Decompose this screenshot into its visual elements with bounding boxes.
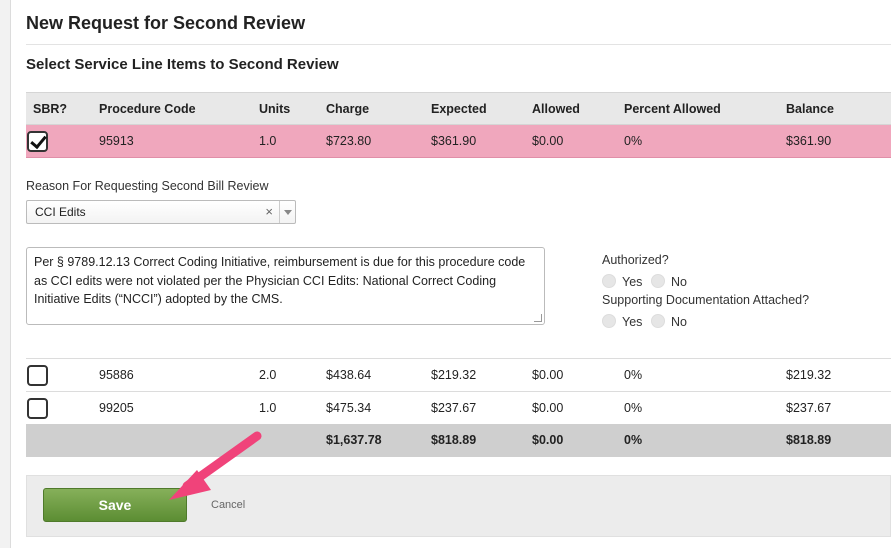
total-balance: $818.89 bbox=[786, 433, 832, 447]
radio-icon[interactable] bbox=[602, 274, 616, 288]
radio-icon[interactable] bbox=[602, 314, 616, 328]
reason-notes-textarea[interactable]: Per § 9789.12.13 Correct Coding Initiati… bbox=[26, 247, 545, 325]
total-charge: $1,637.78 bbox=[326, 433, 382, 447]
chevron-down-icon[interactable] bbox=[279, 201, 295, 223]
reason-label: Reason For Requesting Second Bill Review bbox=[26, 179, 269, 193]
header-units: Units bbox=[259, 102, 291, 116]
charge: $475.34 bbox=[326, 401, 372, 415]
section-title: Select Service Line Items to Second Revi… bbox=[26, 56, 339, 73]
resize-handle-icon[interactable] bbox=[534, 314, 542, 322]
table-row: 99205 1.0 $475.34 $237.67 $0.00 0% $237.… bbox=[26, 391, 891, 424]
procedure-code: 95886 bbox=[99, 368, 134, 382]
units: 2.0 bbox=[259, 368, 277, 382]
cancel-link[interactable]: Cancel bbox=[211, 499, 245, 511]
radio-label: Yes bbox=[622, 275, 643, 289]
charge: $438.64 bbox=[326, 368, 372, 382]
header-sbr: SBR? bbox=[33, 102, 68, 116]
expected: $219.32 bbox=[431, 368, 477, 382]
table-row: 95886 2.0 $438.64 $219.32 $0.00 0% $219.… bbox=[26, 358, 891, 391]
header-procedure-code: Procedure Code bbox=[99, 102, 196, 116]
expected: $237.67 bbox=[431, 401, 477, 415]
allowed: $0.00 bbox=[532, 368, 564, 382]
radio-label: No bbox=[671, 275, 687, 289]
percent-allowed: 0% bbox=[624, 134, 643, 148]
sbr-checkbox[interactable] bbox=[27, 398, 48, 419]
save-button[interactable]: Save bbox=[43, 488, 187, 522]
header-balance: Balance bbox=[786, 102, 834, 116]
sbr-checkbox[interactable] bbox=[27, 131, 48, 152]
sbr-checkbox[interactable] bbox=[27, 365, 48, 386]
units: 1.0 bbox=[259, 134, 277, 148]
reason-selected-value: CCI Edits bbox=[35, 205, 86, 219]
header-charge: Charge bbox=[326, 102, 370, 116]
balance: $237.67 bbox=[786, 401, 832, 415]
total-expected: $818.89 bbox=[431, 433, 477, 447]
expected: $361.90 bbox=[431, 134, 477, 148]
radio-label: No bbox=[671, 315, 687, 329]
procedure-code: 95913 bbox=[99, 134, 134, 148]
procedure-code: 99205 bbox=[99, 401, 134, 415]
header-expected: Expected bbox=[431, 102, 487, 116]
header-allowed: Allowed bbox=[532, 102, 580, 116]
authorized-label: Authorized? bbox=[602, 253, 669, 267]
allowed: $0.00 bbox=[532, 401, 564, 415]
balance: $219.32 bbox=[786, 368, 832, 382]
allowed: $0.00 bbox=[532, 134, 564, 148]
total-percent-allowed: 0% bbox=[624, 433, 643, 447]
percent-allowed: 0% bbox=[624, 401, 643, 415]
supporting-docs-label: Supporting Documentation Attached? bbox=[602, 293, 810, 307]
review-panel: New Request for Second Review Select Ser… bbox=[10, 0, 891, 548]
header-percent-allowed: Percent Allowed bbox=[624, 102, 721, 116]
radio-icon[interactable] bbox=[651, 274, 665, 288]
reason-select[interactable]: CCI Edits × bbox=[26, 200, 296, 224]
table-row: 95913 1.0 $723.80 $361.90 $0.00 0% $361.… bbox=[26, 125, 891, 158]
units: 1.0 bbox=[259, 401, 277, 415]
radio-icon[interactable] bbox=[651, 314, 665, 328]
radio-label: Yes bbox=[622, 315, 643, 329]
charge: $723.80 bbox=[326, 134, 372, 148]
page-title: New Request for Second Review bbox=[26, 13, 306, 33]
clear-icon[interactable]: × bbox=[265, 201, 273, 223]
percent-allowed: 0% bbox=[624, 368, 643, 382]
totals-row: $1,637.78 $818.89 $0.00 0% $818.89 bbox=[26, 424, 891, 457]
table-header: SBR? Procedure Code Units Charge Expecte… bbox=[26, 92, 891, 125]
total-allowed: $0.00 bbox=[532, 433, 564, 447]
balance: $361.90 bbox=[786, 134, 832, 148]
notes-text: Per § 9789.12.13 Correct Coding Initiati… bbox=[34, 255, 526, 306]
divider bbox=[26, 44, 891, 45]
